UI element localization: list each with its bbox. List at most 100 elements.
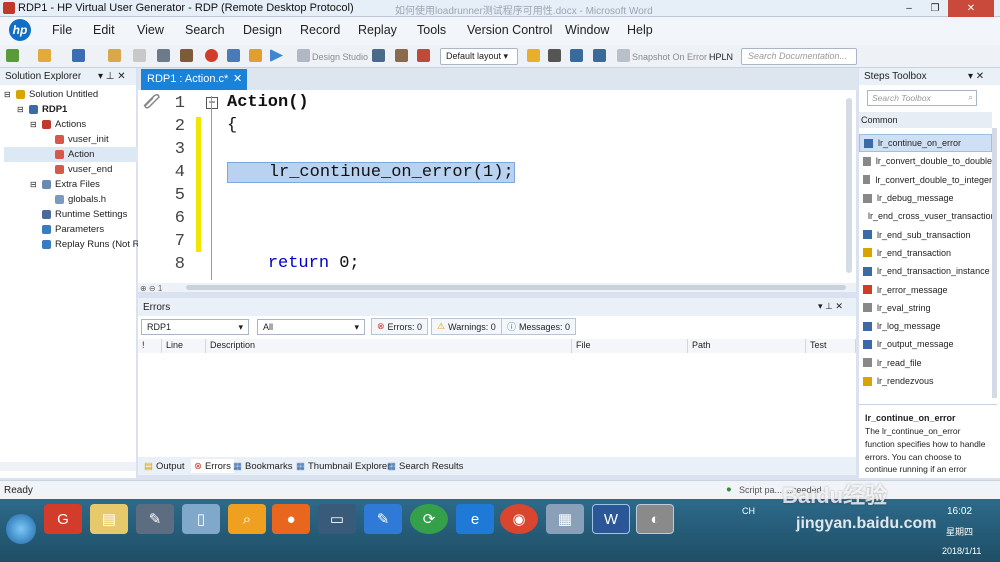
tree-item-1[interactable]: ⊟ RDP1 [4,102,150,117]
messages-filter-button[interactable]: ⓘ Messages: 0 [501,318,577,335]
column-test[interactable]: Test [806,339,856,353]
column-path[interactable]: Path [688,339,806,353]
menu-window[interactable]: Window [565,23,609,37]
pin-panel-icon[interactable]: ▾ ⊥ ✕ [98,71,126,82]
taskbar-vugen[interactable]: ◐ [636,504,674,534]
tab-thumbnail-explorer[interactable]: ▦ Thumbnail Explorer [296,459,390,473]
tree-item-0[interactable]: ⊟ Solution Untitled [4,87,150,102]
compile-icon[interactable] [157,49,170,62]
redo-icon[interactable] [133,49,146,62]
taskbar-remote-desktop[interactable]: ▭ [318,504,356,534]
input-language[interactable]: CH [742,506,755,516]
hscroll-thumb[interactable] [186,285,846,290]
errors-panel-controls[interactable]: ▾ ⊥ ✕ [818,301,843,312]
taskbar-ie[interactable]: e [456,504,494,534]
column-file[interactable]: File [572,339,688,353]
tab-bookmarks[interactable]: ▦ Bookmarks [233,459,293,473]
documentation-search-input[interactable]: Search Documentation... [741,48,857,65]
design-studio-icon[interactable] [297,49,310,62]
tree-item-10[interactable]: Replay Runs (Not Run [4,237,150,252]
brush-icon[interactable] [548,49,561,62]
script-view-icon[interactable] [180,49,193,62]
taskbar-green-app[interactable]: ⟳ [410,504,448,534]
record-icon[interactable] [205,49,218,62]
steps-icon[interactable] [372,49,385,62]
tree-item-3[interactable]: vuser_init [4,132,150,147]
taskbar-note-app[interactable]: ✎ [364,504,402,534]
toolbox-step-lr-rendezvous[interactable]: lr_rendezvous [859,372,992,390]
expander-icon[interactable]: ⊟ [17,105,25,114]
layout-select[interactable]: Default layout ▾ [440,48,518,65]
toolbox-step-lr-convert-double-to-integer[interactable]: lr_convert_double_to_integer [859,171,992,189]
toolbox-vscroll[interactable] [992,128,997,398]
code-line[interactable]: { [227,116,237,135]
minimize-button[interactable]: – [896,0,922,17]
taskbar-calculator[interactable]: ▦ [546,504,584,534]
tree-item-2[interactable]: ⊟ Actions [4,117,150,132]
menu-help[interactable]: Help [627,23,653,37]
expander-icon[interactable]: ⊟ [30,180,38,189]
grid-icon[interactable] [570,49,583,62]
toolbox-step-lr-end-transaction-instance[interactable]: lr_end_transaction_instance [859,262,992,280]
toolbox-step-lr-debug-message[interactable]: lr_debug_message [859,189,992,207]
toolbox-category[interactable]: Common [859,112,992,128]
open-icon[interactable] [38,49,51,62]
menu-search[interactable]: Search [185,23,225,37]
tab-errors[interactable]: ⊗ Errors [191,459,234,473]
taskbar-search-tool[interactable]: ⌕ [228,504,266,534]
tab-action-c[interactable]: RDP1 : Action.c* ✕ [141,69,247,90]
close-tab-icon[interactable]: ✕ [233,72,242,85]
column-severity[interactable]: ! [138,339,162,353]
undo-icon[interactable] [108,49,121,62]
column-line[interactable]: Line [162,339,206,353]
code-line[interactable]: return 0; [227,254,360,273]
pin-icon[interactable] [527,49,540,62]
toolbox-step-lr-end-cross-vuser-transaction[interactable]: lr_end_cross_vuser_transaction [859,207,996,225]
taskbar-chrome[interactable]: ◉ [500,504,538,534]
editor-vscroll[interactable] [846,98,852,273]
snapshot-icon[interactable] [227,49,240,62]
snapshot-on-error-icon[interactable] [617,49,630,62]
toolbox-step-lr-read-file[interactable]: lr_read_file [859,354,992,372]
menu-replay[interactable]: Replay [358,23,397,37]
errors-script-filter[interactable]: RDP1 ▾ [141,319,249,335]
toolbox-step-lr-continue-on-error[interactable]: lr_continue_on_error [859,134,992,153]
maximize-button[interactable]: ❐ [922,0,948,17]
tree-item-8[interactable]: Runtime Settings [4,207,150,222]
taskbar-file-explorer[interactable]: ▤ [90,504,128,534]
close-window-button[interactable]: ✕ [948,0,994,17]
menu-record[interactable]: Record [300,23,340,37]
warnings-filter-button[interactable]: ⚠ Warnings: 0 [431,318,502,335]
search-icon[interactable]: ⌕ [968,92,973,103]
tree-item-7[interactable]: globals.h [4,192,150,207]
tree-item-9[interactable]: Parameters [4,222,150,237]
tab-output[interactable]: ▤ Output [144,459,185,473]
taskbar-firefox[interactable]: ● [272,504,310,534]
taskbar-word[interactable]: W [592,504,630,534]
code-line[interactable]: Action() [227,93,309,112]
parameters-icon[interactable] [395,49,408,62]
toolbox-step-lr-output-message[interactable]: lr_output_message [859,335,992,353]
tree-item-4[interactable]: Action [4,147,151,162]
tab-search-results[interactable]: ▦ Search Results [387,459,463,473]
snapshot-on-error-button[interactable]: Snapshot On Error [632,52,707,62]
hpln-button[interactable]: HPLN [709,52,733,62]
tree-item-6[interactable]: ⊟ Extra Files [4,177,150,192]
menu-view[interactable]: View [137,23,164,37]
menu-file[interactable]: File [52,23,72,37]
code-editor[interactable]: 1 −Action() 2 {3 4 lr_continue_on_error(1); 5… [138,90,856,283]
menu-version-control[interactable]: Version Control [467,23,552,37]
run-step-icon[interactable] [249,49,262,62]
tree-item-5[interactable]: vuser_end [4,162,150,177]
taskbar-notebook[interactable]: ▯ [182,504,220,534]
toolbox-step-lr-log-message[interactable]: lr_log_message [859,317,992,335]
errors-filter-button[interactable]: ⊗ Errors: 0 [371,318,429,335]
menu-tools[interactable]: Tools [417,23,446,37]
toolbox-step-lr-convert-double-to-double[interactable]: lr_convert_double_to_double [859,152,992,170]
selected-code-line[interactable]: lr_continue_on_error(1); [227,162,515,183]
runtime-settings-icon[interactable] [417,49,430,62]
new-solution-icon[interactable] [6,49,19,62]
toolbox-step-lr-eval-string[interactable]: lr_eval_string [859,299,992,317]
save-icon[interactable] [72,49,85,62]
fold-toggle-icon[interactable]: − [206,96,218,109]
